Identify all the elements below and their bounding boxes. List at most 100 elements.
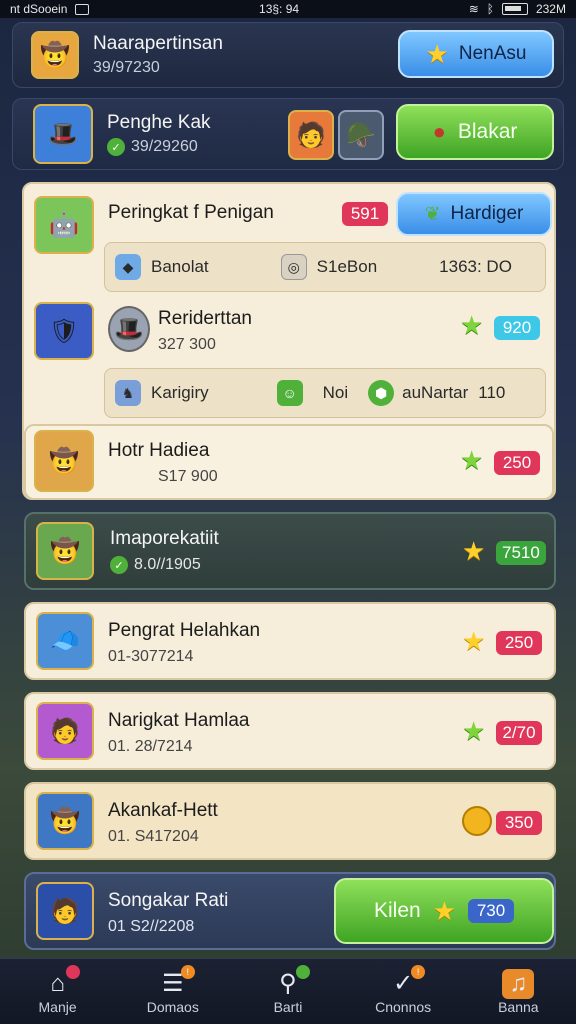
leaderboard-row[interactable]: 🤠 Imaporekatiit ✓ 8.0//1905 ★ 7510 [24, 512, 556, 590]
star-icon: ★ [462, 536, 486, 566]
row-sub: 01. S417204 [108, 828, 199, 845]
row2-sub: 327 300 [158, 336, 216, 353]
friend-avatar-2[interactable]: 🪖 [338, 110, 384, 160]
bluetooth-icon: ᛒ [486, 2, 494, 16]
claim-button-label: Kilen [373, 899, 421, 922]
nav-check[interactable]: ✓! Cnonnos [353, 964, 453, 1015]
row-badge: 250 [496, 631, 542, 655]
top-action-label: NenAsu [458, 43, 527, 64]
subbar2-col2: Noi [322, 383, 349, 402]
leaf-icon: ❦ [424, 203, 441, 225]
row-badge: 2/70 [496, 721, 542, 745]
player-score: 39/97230 [93, 59, 160, 76]
star-icon: ★ [432, 896, 456, 926]
nav-home[interactable]: ⌂ Manje [8, 964, 108, 1015]
nav-check-label: Cnonnos [375, 998, 432, 1015]
panel-avatar-1[interactable]: 🤖 [34, 196, 94, 254]
leaderboard-row[interactable]: 🧢 Pengrat Helahkan 01-3077214 ★ 250 [24, 602, 556, 680]
claim-badge: 730 [468, 899, 514, 923]
shield-icon: ⬢ [368, 380, 395, 406]
action-button-label: Blakar [457, 120, 518, 143]
nav-home-label: Manje [38, 998, 77, 1015]
star-icon: ★ [460, 310, 484, 340]
panel-avatar-3[interactable]: 🤠 [34, 430, 94, 492]
knight-icon: ♞ [115, 380, 141, 406]
row3-sub: S17 900 [158, 468, 218, 485]
player-name: Naarapertinsan [93, 33, 223, 54]
home-icon: ⌂ [42, 964, 80, 999]
search-icon: ⚲ [272, 964, 310, 999]
leaf-icon: ✓ [107, 138, 125, 156]
subbar1-col1: Banolat [151, 257, 209, 276]
player-avatar[interactable]: 🤠 [31, 31, 79, 79]
nav-search[interactable]: ⚲ Barti [238, 964, 338, 1015]
second-name: Penghe Kak [107, 112, 211, 133]
bottom-nav: ⌂ Manje ☰! Domaos ⚲ Barti ✓! Cnonnos ♫ B… [0, 958, 576, 1024]
leaderboard-row[interactable]: 🧑 Narigkat Hamlaa 01. 28/7214 ★ 2/70 [24, 692, 556, 770]
row-sub: 01. 28/7214 [108, 738, 193, 755]
row-name: Imaporekatiit [110, 528, 219, 549]
boxing-glove-icon: ● [432, 119, 446, 144]
row-avatar: 🤠 [36, 522, 94, 580]
second-score: 39/29260 [131, 138, 198, 155]
handiger-button[interactable]: ❦ Hardiger [396, 192, 552, 236]
row-name: Pengrat Helahkan [108, 620, 261, 641]
row-badge: 7510 [496, 541, 546, 565]
row-sub: 8.0//1905 [134, 556, 201, 573]
star-icon: ★ [462, 626, 486, 656]
face-icon: ☺ [276, 380, 303, 406]
subbar2-col3: auNartar [402, 383, 469, 402]
row-badge: 350 [496, 811, 542, 835]
messages-icon: ☰! [157, 964, 195, 999]
music-icon: ♫ [502, 968, 535, 999]
panel-title-badge: 591 [342, 202, 388, 226]
claim-button[interactable]: Kilen ★ 730 [334, 878, 554, 944]
status-bar: nt dSooein 13§: 94 ≋ ᛒ 232M [0, 0, 576, 18]
subbar1-col3: 1363: DO [439, 257, 512, 276]
check-icon: ✓! [387, 964, 426, 999]
row3-name: Hotr Hadiea [108, 440, 210, 461]
notification-icon [75, 3, 90, 15]
panel-title: Peringkat f Penigan [108, 202, 274, 223]
nav-search-label: Barti [273, 998, 303, 1015]
row-name: Narigkat Hamlaa [108, 710, 250, 731]
row2-name: Reriderttan [158, 308, 252, 329]
row-avatar: 🧑 [36, 882, 94, 940]
row2-badge: 920 [494, 316, 540, 340]
row-avatar: 🤠 [36, 792, 94, 850]
second-score-row: ✓ 39/29260 [107, 138, 211, 156]
status-time: 13§: 94 [259, 2, 300, 16]
nav-music[interactable]: ♫ Banna [468, 968, 568, 1015]
subbar-1[interactable]: ◆ Banolat ◎ S1eBon 1363: DO [104, 242, 546, 292]
battery-icon [501, 3, 528, 15]
friend-avatar-1[interactable]: 🧑 [288, 110, 334, 160]
handiger-label: Hardiger [450, 203, 524, 224]
row-name: Songakar Rati [108, 890, 229, 911]
leaderboard-row[interactable]: 🤠 Akankaf-Hett 01. S417204 350 [24, 782, 556, 860]
row-avatar: 🧑 [36, 702, 94, 760]
row-sub: 01-3077214 [108, 648, 194, 665]
subbar1-col2: S1eBon [316, 257, 378, 276]
subbar2-col1: Karigiry [151, 383, 209, 402]
target-icon: ◎ [280, 254, 307, 280]
nav-messages-label: Domaos [146, 998, 199, 1015]
row3-badge: 250 [494, 451, 540, 475]
star-icon: ★ [460, 445, 484, 475]
leaf-icon: ✓ [110, 556, 128, 574]
row-avatar: 🧢 [36, 612, 94, 670]
second-avatar[interactable]: 🎩 [33, 104, 93, 164]
row-sub: 01 S2//2208 [108, 918, 195, 935]
row-name: Akankaf-Hett [108, 800, 218, 821]
status-left-text: nt dSooein [10, 2, 68, 16]
subbar-2[interactable]: ♞ Karigiry ☺ Noi ⬢ auNartar 110 [104, 368, 546, 418]
star-icon: ★ [462, 716, 486, 746]
status-right-text: 232M [535, 2, 566, 16]
map-icon: ◆ [115, 254, 141, 280]
panel-avatar-2[interactable]: 🛡 [34, 302, 94, 360]
top-action-button[interactable]: ★ NenAsu [398, 30, 554, 78]
subbar2-col4: 110 [478, 383, 506, 402]
star-icon: ★ [425, 39, 449, 69]
action-button[interactable]: ● Blakar [396, 104, 554, 160]
row2-mini-avatar[interactable]: 🎩 [108, 306, 150, 352]
nav-messages[interactable]: ☰! Domaos [123, 964, 223, 1015]
